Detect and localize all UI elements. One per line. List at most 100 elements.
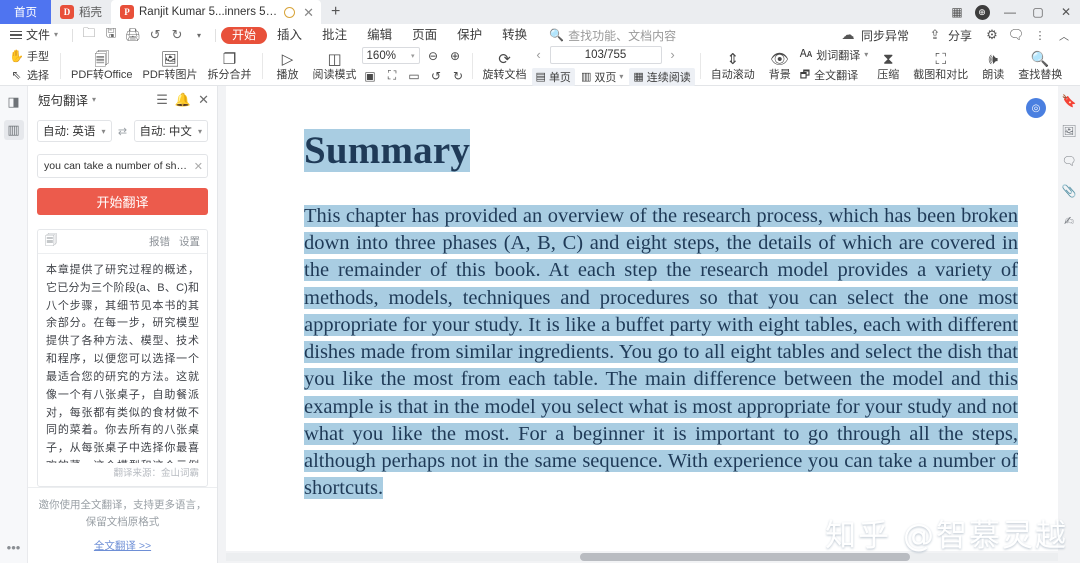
- share-label: 分享: [947, 28, 972, 43]
- select-tool[interactable]: ⇖ 选择: [10, 67, 49, 83]
- translation-panel-header: 短句翻译 ▾ ☰ 🔔 ✕: [28, 86, 217, 112]
- tab-docer-label: 稻壳: [79, 7, 102, 19]
- new-tab-button[interactable]: +: [321, 0, 350, 24]
- print-icon[interactable]: 🖨: [122, 24, 144, 46]
- zoom-in-icon[interactable]: ⊕: [447, 47, 464, 64]
- page-number-input[interactable]: 103/755: [549, 45, 662, 64]
- save-icon[interactable]: 🖫: [100, 24, 122, 46]
- search-input[interactable]: 🔍 查找功能、文档内容: [549, 27, 676, 44]
- collapse-ribbon-icon[interactable]: ︿: [1054, 25, 1074, 45]
- rotate-left-icon[interactable]: ↺: [428, 67, 445, 84]
- source-text-input[interactable]: you can take a number of shortcuts. ✕: [37, 154, 208, 178]
- left-rail: ◨ ▥ •••: [0, 86, 28, 563]
- sync-status-button[interactable]: ☁ 同步异常: [832, 25, 915, 45]
- double-page-button[interactable]: ▥ 双页 ▾: [577, 68, 627, 86]
- fit-page-icon[interactable]: ▣: [362, 67, 379, 84]
- auto-scroll-button[interactable]: ⇕ 自动滚动: [706, 47, 760, 85]
- horizontal-scrollbar-thumb[interactable]: [580, 553, 910, 561]
- continuous-read-icon: ▦: [633, 71, 644, 83]
- rail-more-button[interactable]: •••: [7, 540, 21, 555]
- clear-input-icon[interactable]: ✕: [191, 160, 203, 173]
- settings-link[interactable]: 设置: [179, 234, 200, 249]
- menu-tab-protect[interactable]: 保护: [447, 24, 492, 46]
- assistant-button[interactable]: ◎: [1026, 98, 1046, 118]
- hand-tool[interactable]: ✋ 手型: [9, 48, 49, 64]
- split-merge-button[interactable]: ❐ 拆分合并: [203, 47, 257, 85]
- redo-icon[interactable]: ↻: [166, 24, 188, 46]
- feedback-icon[interactable]: 🗨: [1006, 25, 1026, 45]
- globe-icon[interactable]: ⊕: [968, 0, 996, 24]
- more-options-icon[interactable]: ⋮: [1030, 25, 1050, 45]
- screenshot-compare-button[interactable]: ⛶ 截图和对比: [908, 47, 973, 85]
- chevron-down-icon[interactable]: ▾: [92, 95, 96, 104]
- comment-icon[interactable]: 🗨: [1060, 152, 1078, 170]
- read-mode-button[interactable]: ◫ 阅读模式: [308, 47, 362, 85]
- menu-tab-page[interactable]: 页面: [402, 24, 447, 46]
- pdf-page: Summary This chapter has provided an ove…: [226, 86, 1058, 551]
- promo-text: 邀你使用全文翻译，支持更多语言，保留文档原格式: [38, 499, 207, 529]
- source-language-value: 自动: 英语: [43, 126, 96, 138]
- rotate-document-button[interactable]: ⟳ 旋转文档: [478, 47, 532, 85]
- zoom-level-select[interactable]: 160% ▾: [361, 47, 420, 64]
- swap-languages-icon[interactable]: ⇄: [116, 125, 130, 138]
- list-icon[interactable]: ☰: [156, 93, 168, 106]
- copy-icon[interactable]: 🗐: [45, 231, 57, 252]
- find-replace-button[interactable]: 🔍 查找替换: [1013, 47, 1067, 85]
- attachment-icon[interactable]: 📎: [1060, 182, 1078, 200]
- panel-toggle-icon[interactable]: ◨: [4, 92, 24, 112]
- menu-tab-start[interactable]: 开始: [221, 26, 268, 44]
- source-language-select[interactable]: 自动: 英语 ▾: [37, 120, 112, 142]
- next-page-icon[interactable]: ›: [666, 47, 680, 62]
- pdf-to-office-icon: 🗐: [94, 50, 110, 68]
- rotate-right-icon[interactable]: ↻: [450, 67, 467, 84]
- single-page-button[interactable]: ▤ 单页: [531, 67, 575, 86]
- quick-access-caret-icon[interactable]: ▾: [188, 24, 210, 46]
- fit-width-icon[interactable]: ▭: [406, 67, 423, 84]
- read-aloud-button[interactable]: 🕪 朗读: [973, 47, 1013, 85]
- fit-visible-icon[interactable]: ⛶: [384, 67, 401, 84]
- tab-docer[interactable]: D 稻壳: [51, 0, 111, 24]
- background-button[interactable]: 👁 背景: [760, 47, 800, 85]
- zoom-level-value: 160%: [366, 49, 396, 62]
- folder-open-icon[interactable]: 🗀: [78, 24, 100, 46]
- maximize-button[interactable]: ▢: [1024, 0, 1052, 24]
- menu-tab-insert[interactable]: 插入: [267, 24, 312, 46]
- target-language-select[interactable]: 自动: 中文 ▾: [133, 120, 208, 142]
- tab-document[interactable]: P Ranjit Kumar 5...inners 5th.pdf ✕: [111, 0, 321, 24]
- thumbnail-image-icon[interactable]: 🖼: [1060, 122, 1078, 140]
- full-translate-promo: 邀你使用全文翻译，支持更多语言，保留文档原格式 全文翻译 >>: [28, 487, 217, 563]
- promo-link[interactable]: 全文翻译 >>: [38, 538, 207, 553]
- tab-home[interactable]: 首页: [0, 0, 51, 24]
- menu-file[interactable]: 文件 ▾: [6, 24, 67, 46]
- compress-button[interactable]: ⧗ 压缩: [868, 47, 908, 85]
- previous-page-icon[interactable]: ‹: [532, 47, 546, 62]
- document-viewport[interactable]: Summary This chapter has provided an ove…: [218, 86, 1080, 563]
- full-translate-button[interactable]: 🗗 全文翻译: [800, 66, 868, 85]
- menu-tab-comment[interactable]: 批注: [312, 24, 357, 46]
- bookmark-icon[interactable]: 🔖: [1060, 92, 1078, 110]
- close-button[interactable]: ✕: [1052, 0, 1080, 24]
- zoom-out-icon[interactable]: ⊖: [425, 47, 442, 64]
- settings-gear-icon[interactable]: ⚙: [982, 25, 1002, 45]
- undo-icon[interactable]: ↺: [144, 24, 166, 46]
- continuous-read-button[interactable]: ▦ 连续阅读: [629, 67, 695, 86]
- bell-icon[interactable]: 🔔: [175, 93, 191, 106]
- window-controls: ▦ ⊕ — ▢ ✕: [946, 0, 1080, 24]
- share-button[interactable]: ⇪ 分享: [919, 25, 978, 45]
- report-error-link[interactable]: 报错: [149, 234, 170, 249]
- pdf-to-image-button[interactable]: 🖼 PDF转图片: [138, 47, 203, 85]
- start-translate-button[interactable]: 开始翻译: [37, 188, 208, 215]
- word-translate-button[interactable]: 🗛 划词翻译 ▾: [800, 47, 868, 63]
- ribbon-toolbar: ✋ 手型 ⇖ 选择 🗐 PDF转Office 🖼 PDF转图片 ❐ 拆分合并 ▷…: [0, 45, 1080, 86]
- close-icon[interactable]: ✕: [198, 93, 209, 106]
- play-button[interactable]: ▷ 播放: [268, 47, 308, 85]
- menu-tab-convert[interactable]: 转换: [492, 24, 537, 46]
- menu-tab-edit[interactable]: 编辑: [357, 24, 402, 46]
- pdf-to-office-button[interactable]: 🗐 PDF转Office: [66, 47, 138, 85]
- menu-bar-right: ☁ 同步异常 ⇪ 分享 ⚙ 🗨 ⋮ ︿: [832, 25, 1074, 45]
- minimize-button[interactable]: —: [996, 0, 1024, 24]
- grid-icon[interactable]: ▦: [946, 0, 968, 24]
- thumbnail-icon[interactable]: ▥: [3, 120, 24, 140]
- tab-close-icon[interactable]: ✕: [300, 6, 317, 19]
- signature-icon[interactable]: ✍: [1060, 212, 1078, 230]
